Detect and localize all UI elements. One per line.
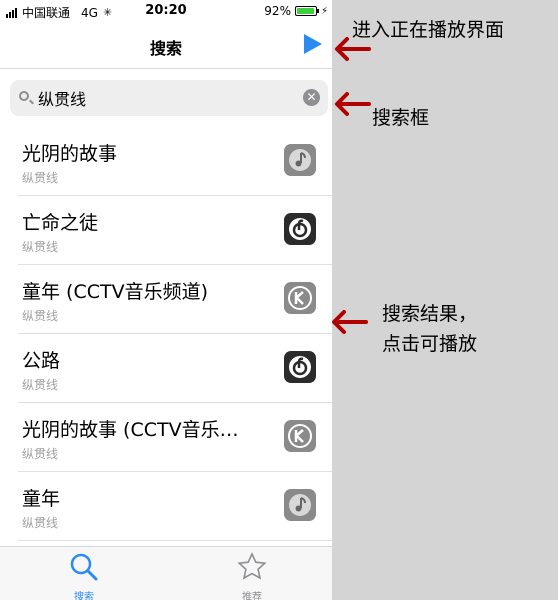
netease-music-icon xyxy=(284,351,316,383)
result-row[interactable]: 童年 纵贯线 xyxy=(18,472,332,541)
now-playing-button[interactable] xyxy=(304,34,322,54)
phone-screen: 中国联通 4G ✳ 20:20 92% ⚡ 搜索 ✕ 光阴的故事 纵贯线 亡命之… xyxy=(0,0,332,600)
result-row[interactable]: 光阴的故事 (CCTV音乐… 纵贯线 xyxy=(18,403,332,472)
battery-percent: 92% xyxy=(264,4,291,18)
result-artist: 纵贯线 xyxy=(22,378,59,392)
kuwo-k-icon xyxy=(284,282,316,314)
music-note-icon xyxy=(284,489,316,521)
annotation-results-line1: 搜索结果， xyxy=(382,303,478,325)
page-title: 搜索 xyxy=(149,39,182,58)
search-bar: ✕ xyxy=(10,80,328,116)
result-artist: 纵贯线 xyxy=(22,240,59,254)
tab-recommend[interactable]: 推荐 xyxy=(212,551,292,600)
search-icon xyxy=(70,553,98,581)
result-title: 公路 xyxy=(22,350,61,372)
search-input[interactable] xyxy=(38,86,288,110)
result-artist: 纵贯线 xyxy=(22,447,59,461)
tab-search[interactable]: 搜索 xyxy=(44,551,124,600)
result-row[interactable]: 亡命之徒 纵贯线 xyxy=(18,196,332,265)
result-title: 光阴的故事 xyxy=(22,143,118,165)
annotation-search-box: 搜索框 xyxy=(372,107,430,129)
search-icon xyxy=(19,91,29,101)
result-title: 童年 xyxy=(22,488,61,510)
tab-search-label: 搜索 xyxy=(74,592,94,600)
status-bar: 中国联通 4G ✳ 20:20 92% ⚡ xyxy=(0,0,332,22)
result-artist: 纵贯线 xyxy=(22,309,59,323)
result-row[interactable]: 公路 纵贯线 xyxy=(18,334,332,403)
result-row[interactable]: 光阴的故事 纵贯线 xyxy=(18,127,332,196)
kuwo-k-icon xyxy=(284,420,316,452)
result-artist: 纵贯线 xyxy=(22,516,59,530)
result-artist: 纵贯线 xyxy=(22,171,59,185)
arrow-left-icon xyxy=(332,310,368,334)
tab-bar: 搜索 推荐 xyxy=(0,546,332,600)
charging-icon: ⚡ xyxy=(320,5,328,17)
result-row[interactable]: 童年 (CCTV音乐频道) 纵贯线 xyxy=(18,265,332,334)
star-icon xyxy=(237,552,267,580)
clear-search-button[interactable]: ✕ xyxy=(303,89,320,106)
status-right: 92% ⚡ xyxy=(264,4,328,18)
music-note-icon xyxy=(284,144,316,176)
tab-recommend-label: 推荐 xyxy=(242,592,262,600)
battery-icon xyxy=(294,6,319,16)
annotation-now-playing: 进入正在播放界面 xyxy=(352,19,505,41)
search-results-list: 光阴的故事 纵贯线 亡命之徒 纵贯线 童年 (CCTV音乐频道) 纵贯线 公路 … xyxy=(0,127,332,541)
navigation-bar: 搜索 xyxy=(0,22,332,69)
result-title: 亡命之徒 xyxy=(22,212,99,234)
annotation-results-line2: 点击可播放 xyxy=(382,333,478,355)
result-title: 光阴的故事 (CCTV音乐… xyxy=(22,419,239,441)
result-title: 童年 (CCTV音乐频道) xyxy=(22,281,209,303)
netease-music-icon xyxy=(284,213,316,245)
arrow-left-icon xyxy=(335,92,371,116)
